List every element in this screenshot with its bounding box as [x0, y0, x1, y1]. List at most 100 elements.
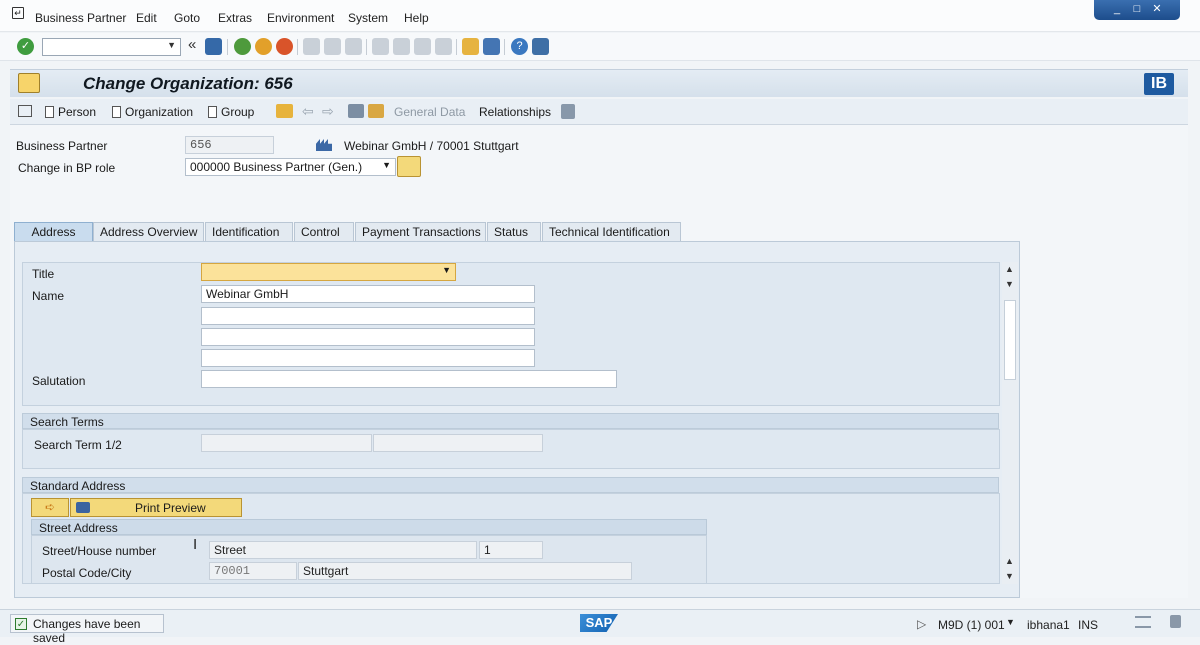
tab-payment-transactions[interactable]: Payment Transactions — [355, 222, 486, 241]
tools-icon[interactable] — [348, 104, 364, 118]
house-number-field[interactable]: 1 — [479, 541, 543, 559]
organization-label: Organization — [125, 105, 194, 119]
previous-page-icon[interactable] — [393, 38, 410, 55]
bp-role-value: 000000 Business Partner (Gen.) — [190, 160, 363, 174]
tab-status[interactable]: Status — [487, 222, 541, 241]
scroll-up-icon[interactable]: ▲ — [1005, 264, 1014, 274]
save-icon[interactable] — [205, 38, 222, 55]
group-button[interactable]: Group — [208, 105, 254, 119]
scroll-up-icon[interactable]: ▲ — [1005, 556, 1014, 566]
input-mode[interactable]: INS — [1078, 618, 1098, 632]
separator — [504, 39, 505, 55]
menu-help[interactable]: Help — [404, 11, 429, 25]
search-terms-header: Search Terms — [22, 413, 999, 429]
open-folder-icon[interactable] — [276, 104, 293, 118]
tab-identification[interactable]: Identification — [205, 222, 293, 241]
postal-code-field[interactable]: 70001 — [209, 562, 297, 580]
text-cursor-icon: I — [193, 536, 198, 553]
group-label: Group — [221, 105, 255, 119]
name-field-2[interactable] — [201, 307, 535, 325]
create-session-icon[interactable] — [462, 38, 479, 55]
system-info[interactable]: M9D (1) 001 — [938, 618, 1005, 632]
next-page-icon[interactable] — [414, 38, 431, 55]
print-preview-button[interactable]: Print Preview — [70, 498, 242, 517]
back-icon[interactable] — [234, 38, 251, 55]
person-button[interactable]: Person — [45, 105, 96, 119]
scroll-thumb[interactable] — [1004, 300, 1016, 380]
organization-icon — [18, 73, 40, 93]
exit-icon[interactable] — [255, 38, 272, 55]
chevron-down-icon[interactable]: ▼ — [167, 40, 176, 50]
scroll-down-icon[interactable]: ▼ — [1005, 571, 1014, 581]
business-partner-field[interactable]: 656 — [185, 136, 274, 154]
street-field[interactable]: Street — [209, 541, 477, 559]
name-field-3[interactable] — [201, 328, 535, 346]
name-field-4[interactable] — [201, 349, 535, 367]
general-data-button[interactable]: General Data — [394, 105, 465, 119]
help-icon[interactable]: ? — [511, 38, 528, 55]
shortcut-icon[interactable] — [483, 38, 500, 55]
menu-system[interactable]: System — [348, 11, 388, 25]
chevron-down-icon[interactable]: ▼ — [1006, 617, 1015, 627]
arrow-left-icon[interactable]: ⇦ — [302, 103, 314, 120]
separator — [456, 39, 457, 55]
layout-menu-icon[interactable] — [532, 38, 549, 55]
tab-address[interactable]: Address — [14, 222, 93, 242]
chevron-down-icon[interactable]: ▼ — [382, 160, 391, 170]
tab-control[interactable]: Control — [294, 222, 354, 241]
find-next-icon[interactable] — [345, 38, 362, 55]
menu-edit[interactable]: Edit — [136, 11, 157, 25]
collapse-chevrons-icon[interactable]: « — [188, 36, 196, 53]
restore-button[interactable]: □ — [1130, 3, 1144, 16]
scroll-down-icon[interactable]: ▼ — [1005, 279, 1014, 289]
organization-button[interactable]: Organization — [112, 105, 193, 119]
menu-extras[interactable]: Extras — [218, 11, 252, 25]
close-button[interactable]: ✕ — [1150, 3, 1164, 16]
last-page-icon[interactable] — [435, 38, 452, 55]
search-term-2-field[interactable] — [373, 434, 543, 452]
enter-check-icon[interactable]: ✓ — [17, 38, 34, 55]
arrow-right-icon[interactable]: ⇨ — [322, 103, 334, 120]
name-field-1[interactable]: Webinar GmbH — [201, 285, 535, 303]
menu-environment[interactable]: Environment — [267, 11, 334, 25]
transfer-address-button[interactable]: ➪ — [31, 498, 69, 517]
command-field[interactable]: ▼ — [42, 38, 181, 56]
chevron-down-icon[interactable]: ▼ — [442, 265, 451, 275]
title-select[interactable]: ▼ — [201, 263, 456, 281]
connection-icon — [1135, 616, 1151, 628]
standard-toolbar: ✓ ▼ « ? — [0, 33, 1200, 61]
print-icon[interactable] — [303, 38, 320, 55]
vertical-scrollbar[interactable]: ▲ ▼ ▲ ▼ — [1002, 262, 1018, 584]
bp-role-select[interactable]: 000000 Business Partner (Gen.) ▼ — [185, 158, 396, 176]
play-icon[interactable]: ▷ — [917, 617, 926, 631]
status-message[interactable]: ✓ Changes have been saved — [10, 614, 164, 645]
list-icon[interactable] — [561, 104, 575, 119]
salutation-field[interactable] — [201, 370, 617, 388]
relationships-button[interactable]: Relationships — [479, 105, 551, 119]
bp-role-label: Change in BP role — [18, 161, 116, 175]
navigation-toggle-icon[interactable] — [18, 105, 32, 117]
tab-technical-identification[interactable]: Technical Identification — [542, 222, 681, 241]
search-term-label: Search Term 1/2 — [34, 438, 122, 452]
cancel-icon[interactable] — [276, 38, 293, 55]
salutation-label: Salutation — [32, 374, 86, 388]
role-search-icon[interactable] — [397, 156, 421, 177]
success-check-icon: ✓ — [15, 618, 27, 630]
tab-address-overview[interactable]: Address Overview — [93, 222, 204, 241]
menu-icon[interactable]: ↵ — [12, 7, 24, 19]
user-name: ibhana1 — [1027, 618, 1070, 632]
status-bar: ✓ Changes have been saved SAP ▷ M9D (1) … — [0, 609, 1200, 645]
printer-icon — [76, 502, 90, 513]
city-field[interactable]: Stuttgart — [298, 562, 632, 580]
menu-goto[interactable]: Goto — [174, 11, 200, 25]
status-message-text: Changes have been saved — [33, 617, 141, 645]
document-icon — [208, 106, 217, 118]
search-term-1-field[interactable] — [201, 434, 372, 452]
separator — [297, 39, 298, 55]
settings-icon[interactable] — [368, 104, 384, 118]
first-page-icon[interactable] — [372, 38, 389, 55]
find-icon[interactable] — [324, 38, 341, 55]
street-house-number-label: Street/House number — [42, 544, 157, 558]
menu-business-partner[interactable]: Business Partner — [35, 11, 126, 25]
minimize-button[interactable]: _ — [1110, 3, 1124, 16]
